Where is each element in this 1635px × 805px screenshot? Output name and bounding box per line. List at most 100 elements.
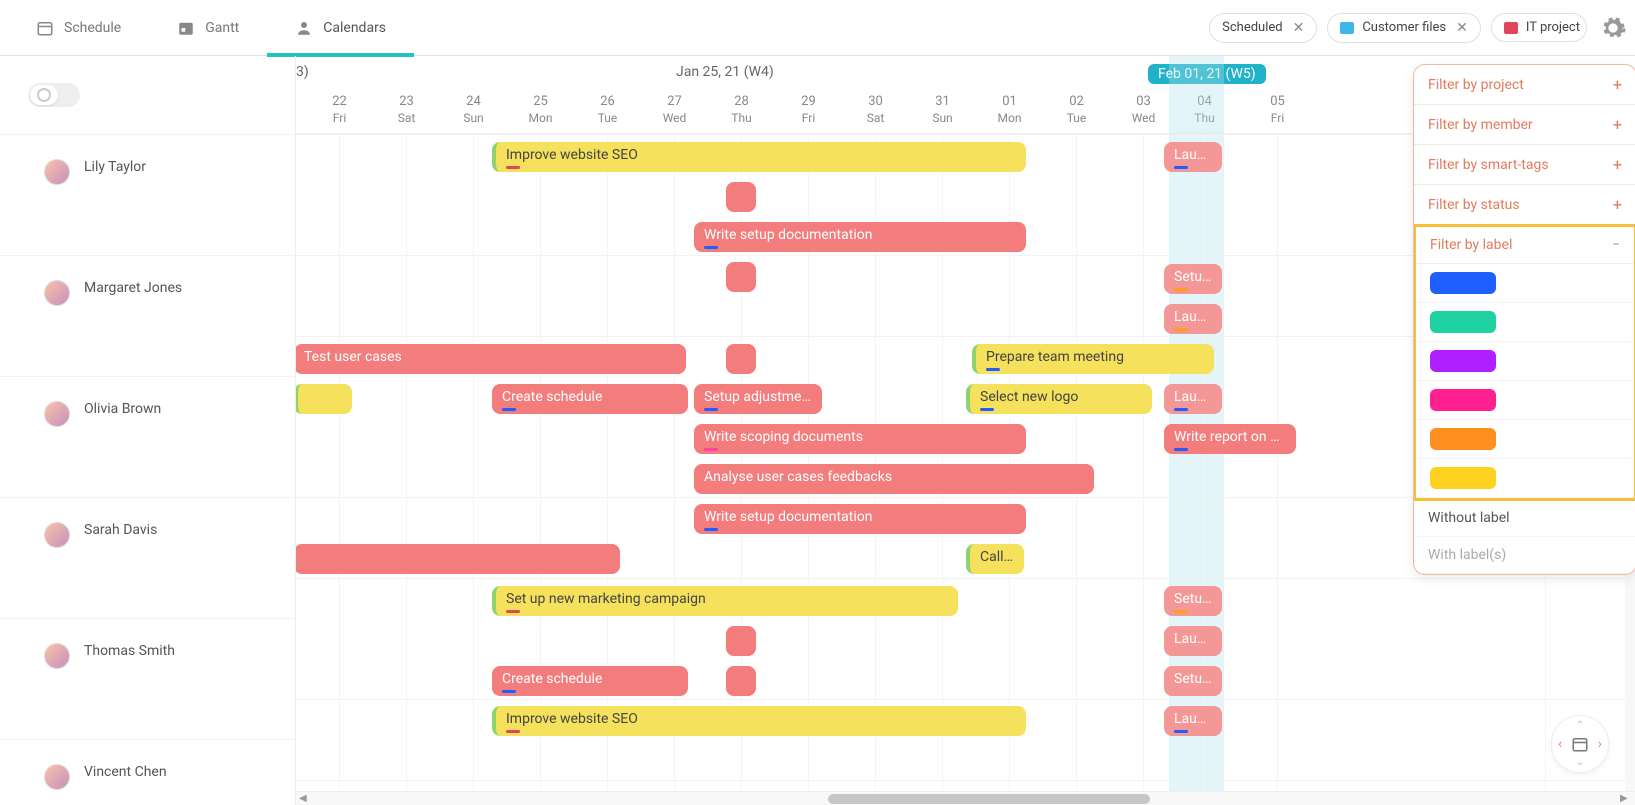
person-row[interactable]: Vincent Chen (0, 739, 295, 805)
chevron-left-icon[interactable]: ‹ (1558, 736, 1562, 752)
task-bar[interactable] (726, 666, 756, 696)
task-bar[interactable] (726, 182, 756, 212)
task-bar[interactable]: Lau… (1164, 384, 1222, 414)
minus-icon[interactable]: − (1612, 237, 1620, 253)
person-name: Vincent Chen (84, 764, 167, 780)
view-toggle[interactable] (28, 83, 80, 107)
task-bar[interactable] (726, 344, 756, 374)
task-bar[interactable] (726, 626, 756, 656)
task-bar[interactable]: Call … (966, 544, 1024, 574)
close-icon[interactable]: ✕ (1293, 20, 1305, 36)
filter-row[interactable]: Filter by project+ (1414, 65, 1635, 105)
plus-icon[interactable]: + (1613, 115, 1622, 134)
chip-label: IT project (1526, 20, 1580, 35)
task-bar[interactable]: Improve website SEO (492, 706, 1026, 736)
plus-icon[interactable]: + (1613, 155, 1622, 174)
tab-gantt[interactable]: Gantt (149, 0, 267, 56)
task-bar[interactable]: Write scoping documents (694, 424, 1026, 454)
person-row[interactable]: Sarah Davis (0, 497, 295, 618)
row-divider (296, 578, 1635, 579)
chevron-up-icon[interactable]: ⌃ (1576, 720, 1584, 731)
task-bar[interactable]: Analyse user cases feedbacks (694, 464, 1094, 494)
label-underline (704, 448, 718, 451)
avatar (44, 159, 70, 185)
person-row[interactable]: Margaret Jones (0, 255, 295, 376)
task-bar[interactable] (296, 544, 620, 574)
task-bar[interactable]: Improve website SEO (492, 142, 1026, 172)
chip-customer-files[interactable]: Customer files ✕ (1327, 13, 1481, 43)
label-color-option[interactable] (1416, 420, 1634, 459)
close-icon[interactable]: ✕ (1456, 20, 1468, 36)
avatar (44, 643, 70, 669)
task-bar[interactable]: Test user cases (296, 344, 686, 374)
label-underline (506, 610, 520, 613)
task-bar[interactable]: Create schedule (492, 666, 688, 696)
avatar (44, 764, 70, 790)
task-bar[interactable]: Write report on … (1164, 424, 1296, 454)
label-color-option[interactable] (1416, 264, 1634, 303)
color-swatch (1430, 311, 1496, 333)
task-bar[interactable]: Write setup documentation (694, 504, 1026, 534)
day-column: 28Thu (708, 94, 775, 126)
toggle-row (0, 56, 295, 134)
filter-row[interactable]: Filter by status+ (1414, 185, 1635, 225)
day-column: 30Sat (842, 94, 909, 126)
horizontal-scrollbar[interactable]: ◀ ▶ (296, 791, 1635, 805)
label-color-option[interactable] (1416, 303, 1634, 342)
tab-label: Schedule (64, 20, 121, 36)
chip-it-project[interactable]: IT project (1491, 13, 1587, 42)
scroll-thumb[interactable] (828, 794, 1150, 804)
filter-row[interactable]: Filter by smart-tags+ (1414, 145, 1635, 185)
task-bar[interactable]: Lau… (1164, 626, 1222, 656)
person-row[interactable]: Thomas Smith (0, 618, 295, 739)
person-name: Lily Taylor (84, 159, 146, 175)
sidebar: Lily Taylor Margaret Jones Olivia BrownSar… (0, 56, 296, 805)
task-bar[interactable]: Create schedule (492, 384, 688, 414)
chip-label: Customer files (1362, 20, 1446, 35)
label-underline (502, 408, 516, 411)
scroll-right-icon[interactable]: ▶ (1620, 793, 1632, 805)
scroll-left-icon[interactable]: ◀ (299, 793, 311, 805)
plus-icon[interactable]: + (1613, 195, 1622, 214)
chip-scheduled[interactable]: Scheduled ✕ (1209, 13, 1317, 43)
tab-schedule[interactable]: Schedule (8, 0, 149, 56)
person-row[interactable]: Olivia Brown (0, 376, 295, 497)
label-color-option[interactable] (1416, 342, 1634, 381)
content: Lily Taylor Margaret Jones Olivia BrownSar… (0, 56, 1635, 805)
task-bar[interactable]: Setu… (1164, 586, 1222, 616)
task-bar[interactable]: Setu… (1164, 666, 1222, 696)
person-name: Thomas Smith (84, 643, 175, 659)
person-row[interactable]: Lily Taylor (0, 134, 295, 255)
task-bar[interactable]: Prepare team meeting (972, 344, 1214, 374)
task-bar[interactable] (726, 262, 756, 292)
day-column: 03Wed (1110, 94, 1177, 126)
filter-without-label[interactable]: Without label (1414, 500, 1635, 537)
task-bar[interactable]: Lau… (1164, 142, 1222, 172)
label-color-option[interactable] (1416, 459, 1634, 498)
calendar-icon (36, 19, 54, 37)
tab-label: Calendars (323, 20, 386, 36)
chevron-down-icon[interactable]: ⌄ (1576, 757, 1584, 768)
tab-calendars[interactable]: Calendars (267, 0, 414, 56)
task-bar[interactable]: Setu… (1164, 264, 1222, 294)
avatar (44, 401, 70, 427)
filter-row[interactable]: Filter by member+ (1414, 105, 1635, 145)
task-bar[interactable]: Set up new marketing campaign (492, 586, 958, 616)
task-bar[interactable]: Setup adjustme… (694, 384, 822, 414)
color-swatch (1430, 428, 1496, 450)
plus-icon[interactable]: + (1613, 75, 1622, 94)
filter-with-labels[interactable]: With label(s) (1414, 537, 1635, 574)
label-color-option[interactable] (1416, 381, 1634, 420)
gear-icon[interactable] (1599, 14, 1627, 42)
day-column: 27Wed (641, 94, 708, 126)
day-column: 25Mon (507, 94, 574, 126)
chevron-right-icon[interactable]: › (1598, 736, 1602, 752)
task-bar[interactable]: Write setup documentation (694, 222, 1026, 252)
task-bar[interactable]: Lau… (1164, 304, 1222, 334)
task-bar[interactable]: Lau… (1164, 706, 1222, 736)
task-bar[interactable]: Select new logo (966, 384, 1152, 414)
person-name: Margaret Jones (84, 280, 182, 296)
date-nav[interactable]: ⌃ ‹ › ⌄ (1551, 715, 1609, 773)
task-bar[interactable] (296, 384, 352, 414)
filter-label-header[interactable]: Filter by label− (1416, 227, 1634, 264)
